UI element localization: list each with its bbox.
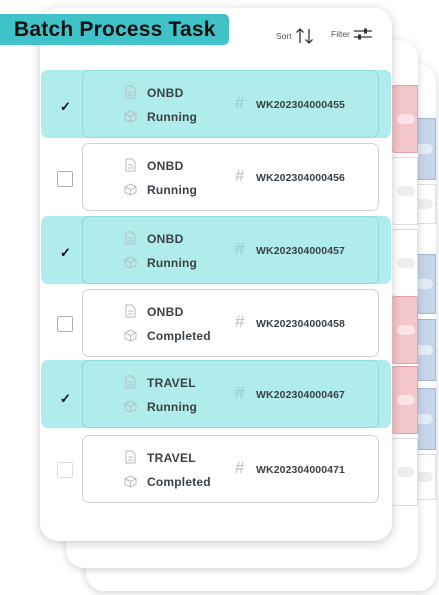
document-icon [125,231,136,245]
task-row[interactable]: TRAVEL Running # WK202304000467 [82,360,379,428]
sort-button[interactable]: Sort [276,27,315,45]
task-type: ONBD [147,232,184,246]
task-status: Completed [147,329,211,343]
hash-icon: # [235,383,245,402]
row-checkbox[interactable]: ✓ [57,98,73,114]
sort-label: Sort [276,31,292,41]
peek-row [388,157,418,225]
task-type: ONBD [147,86,184,100]
sort-arrows-icon [295,28,313,44]
task-row[interactable]: ONBD Running # WK202304000456 [82,143,379,211]
task-status: Running [147,110,198,124]
document-icon [125,450,136,464]
row-checkbox[interactable] [57,171,73,187]
task-row[interactable]: ONBD Running # WK202304000457 [82,216,379,284]
task-type: ONBD [147,305,184,319]
package-icon [124,183,137,196]
hash-icon: # [235,312,245,331]
task-id: WK202304000455 [256,99,345,111]
task-type: TRAVEL [147,451,196,465]
task-type: TRAVEL [147,376,196,390]
package-icon [124,256,137,269]
filter-sliders-icon [353,28,372,40]
task-status: Running [147,183,198,197]
check-icon: ✓ [60,99,71,114]
document-icon [125,85,136,99]
check-icon: ✓ [60,245,71,260]
filter-label: Filter [331,29,350,39]
package-icon [124,329,137,342]
task-row[interactable]: ONBD Running # WK202304000455 [82,70,379,138]
document-icon [125,304,136,318]
package-icon [124,475,137,488]
task-id: WK202304000467 [256,389,345,401]
package-icon [124,110,137,123]
task-row[interactable]: TRAVEL Completed # WK202304000471 [82,435,379,503]
row-checkbox[interactable]: ✓ [57,244,73,260]
peek-row [388,229,418,297]
document-icon [125,158,136,172]
page-title: Batch Process Task [0,14,229,45]
row-checkbox[interactable] [57,462,73,478]
task-id: WK202304000456 [256,172,345,184]
task-type: ONBD [147,159,184,173]
package-icon [124,400,137,413]
hash-icon: # [235,166,245,185]
check-icon: ✓ [60,391,71,406]
task-status: Completed [147,475,211,489]
peek-row [388,85,418,153]
peek-row [388,366,418,434]
filter-button[interactable]: Filter [331,27,373,41]
hash-icon: # [235,93,245,112]
hash-icon: # [235,239,245,258]
hash-icon: # [235,458,245,477]
peek-row [388,438,418,506]
document-icon [125,375,136,389]
row-checkbox[interactable] [57,316,73,332]
task-id: WK202304000471 [256,464,345,476]
task-row[interactable]: ONBD Completed # WK202304000458 [82,289,379,357]
peek-row [388,296,418,364]
task-status: Running [147,256,198,270]
row-checkbox[interactable]: ✓ [57,390,73,406]
task-id: WK202304000457 [256,245,345,257]
task-status: Running [147,400,198,414]
task-id: WK202304000458 [256,318,345,330]
